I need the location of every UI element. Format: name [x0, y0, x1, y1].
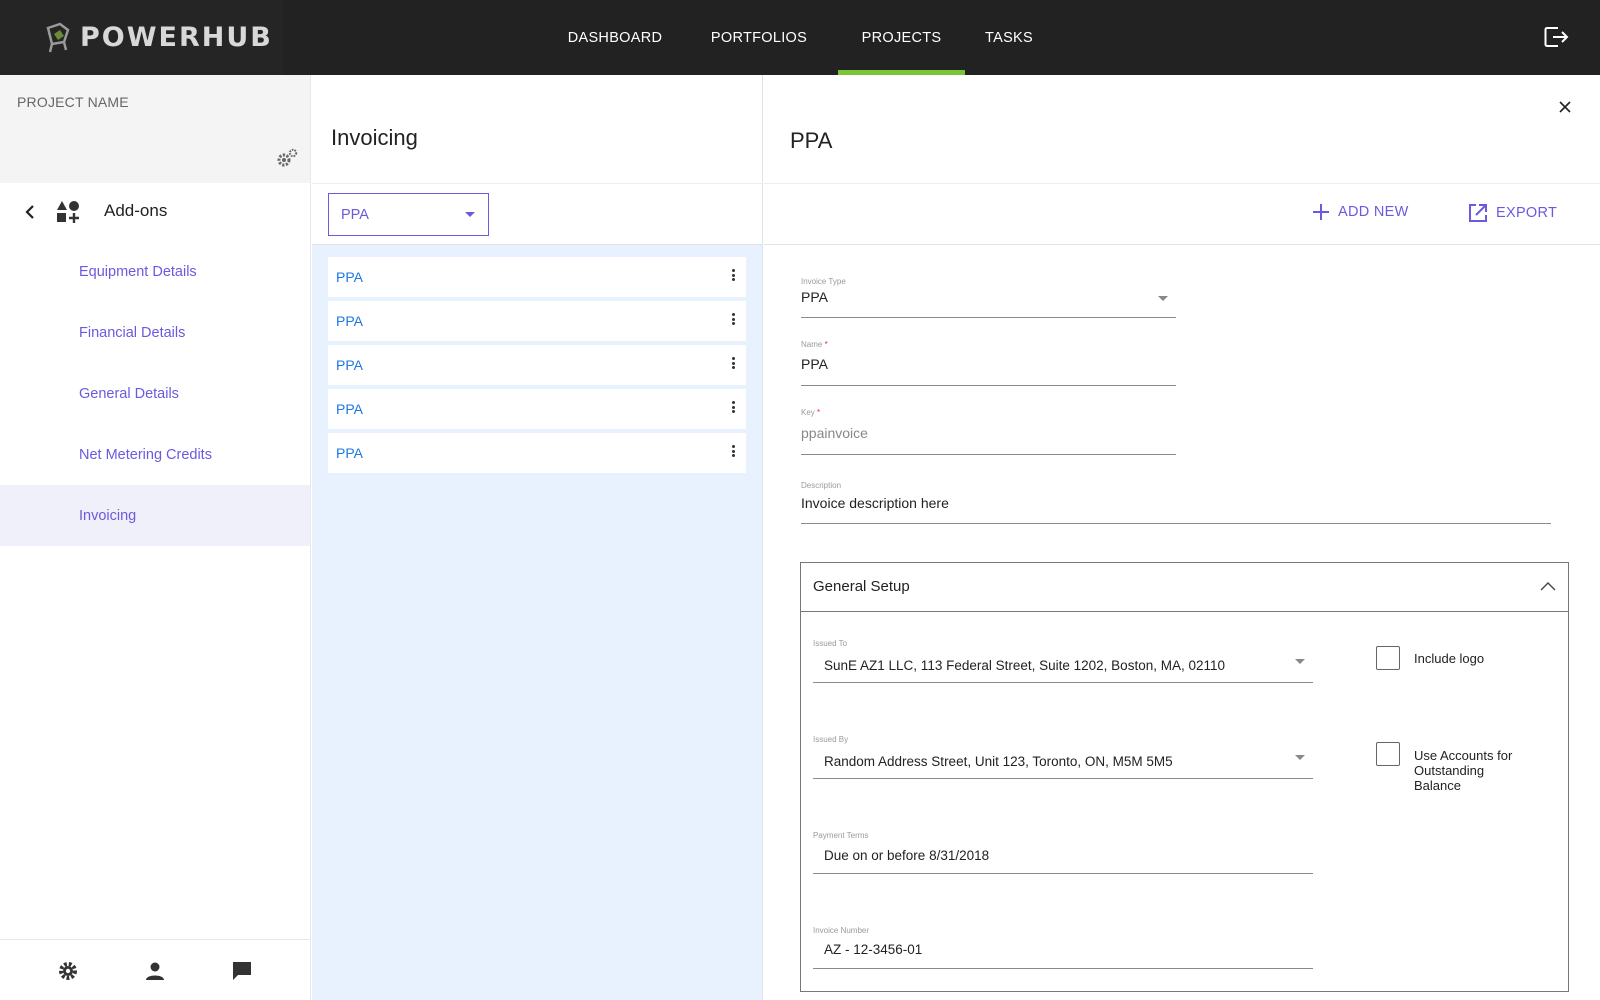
- page-title: Invoicing: [331, 125, 418, 150]
- list-header: Invoicing: [312, 75, 762, 183]
- key-value: ppainvoice: [801, 425, 868, 441]
- general-setup-header[interactable]: General Setup: [801, 563, 1568, 612]
- list-toolbar: PPA: [312, 183, 762, 245]
- nav-projects[interactable]: PROJECTS: [838, 0, 965, 75]
- export-label: EXPORT: [1496, 205, 1558, 221]
- project-header: PROJECT NAME: [0, 75, 310, 183]
- add-new-label: ADD NEW: [1338, 204, 1409, 220]
- include-logo-checkbox[interactable]: [1376, 646, 1400, 670]
- sidebar-item-net-metering-credits[interactable]: Net Metering Credits: [0, 424, 310, 485]
- detail-header: PPA: [764, 75, 1600, 183]
- nav-tasks[interactable]: TASKS: [972, 0, 1046, 75]
- chat-icon[interactable]: [231, 960, 253, 982]
- addons-icon: [57, 201, 79, 223]
- back-chevron-icon[interactable]: [20, 202, 40, 222]
- invoice-type-value: PPA: [801, 289, 828, 305]
- issued-by-value: Random Address Street, Unit 123, Toronto…: [824, 754, 1173, 769]
- detail-title: PPA: [790, 128, 833, 153]
- logout-icon[interactable]: [1544, 26, 1570, 48]
- list-item[interactable]: PPA: [328, 301, 746, 341]
- general-setup-title: General Setup: [813, 578, 910, 595]
- sidebar-item-general-details[interactable]: General Details: [0, 363, 310, 424]
- include-logo-label: Include logo: [1414, 651, 1485, 666]
- invoice-type-label: Invoice Type: [801, 277, 846, 286]
- name-value: PPA: [801, 356, 828, 372]
- description-value: Invoice description here: [801, 495, 949, 511]
- export-icon: [1469, 204, 1487, 222]
- addons-header: Add-ons: [0, 183, 310, 241]
- filter-value: PPA: [341, 206, 369, 223]
- powerhub-logo-icon: [46, 22, 70, 52]
- key-label: Key *: [801, 408, 821, 417]
- list-item-label: PPA: [336, 313, 363, 329]
- use-accounts-checkbox[interactable]: [1376, 742, 1400, 766]
- use-accounts-label: Use Accounts for Outstanding Balance: [1414, 748, 1513, 793]
- sidebar-item-invoicing[interactable]: Invoicing: [0, 485, 310, 546]
- description-label: Description: [801, 481, 842, 490]
- nav-dashboard[interactable]: DASHBOARD: [552, 0, 678, 75]
- name-label: Name *: [801, 340, 828, 349]
- general-setup-panel: General Setup Issued To SunE AZ1 LLC, 11…: [800, 562, 1569, 992]
- issued-by-select[interactable]: Issued By Random Address Street, Unit 12…: [813, 735, 1313, 779]
- list-item-label: PPA: [336, 401, 363, 417]
- dropdown-caret-icon: [1158, 296, 1168, 301]
- logo-text: POWERHUB: [80, 22, 273, 53]
- detail-toolbar: ADD NEW EXPORT: [764, 183, 1600, 245]
- more-options-icon[interactable]: [732, 401, 736, 415]
- more-options-icon[interactable]: [732, 357, 736, 371]
- issued-to-label: Issued To: [813, 639, 848, 648]
- settings-gear-icon[interactable]: [57, 960, 79, 982]
- issued-to-select[interactable]: Issued To SunE AZ1 LLC, 113 Federal Stre…: [813, 639, 1313, 683]
- invoice-type-filter[interactable]: PPA: [328, 193, 489, 236]
- name-field[interactable]: Name * PPA: [801, 340, 1176, 386]
- key-field[interactable]: Key * ppainvoice: [801, 408, 1176, 455]
- list-item[interactable]: PPA: [328, 257, 746, 297]
- payment-terms-label: Payment Terms: [813, 831, 869, 840]
- list-item-label: PPA: [336, 445, 363, 461]
- more-options-icon[interactable]: [732, 269, 736, 283]
- invoice-list-column: Invoicing PPA PPA PPA PPA PPA PPA: [312, 75, 763, 1000]
- payment-terms-field[interactable]: Payment Terms Due on or before 8/31/2018: [813, 831, 1313, 874]
- payment-terms-value: Due on or before 8/31/2018: [824, 848, 990, 863]
- user-profile-icon[interactable]: [144, 960, 166, 982]
- logo[interactable]: POWERHUB: [0, 0, 282, 75]
- list-item-label: PPA: [336, 357, 363, 373]
- invoice-number-field[interactable]: Invoice Number AZ - 12-3456-01: [813, 926, 1313, 969]
- more-options-icon[interactable]: [732, 313, 736, 327]
- sidebar-item-financial-details[interactable]: Financial Details: [0, 302, 310, 363]
- add-new-button[interactable]: ADD NEW: [1312, 203, 1409, 221]
- invoice-list: PPA PPA PPA PPA PPA: [312, 245, 762, 473]
- close-icon[interactable]: [1558, 100, 1572, 114]
- issued-by-label: Issued By: [813, 735, 849, 744]
- chevron-up-icon[interactable]: [1540, 580, 1556, 592]
- description-field[interactable]: Description Invoice description here: [801, 481, 1551, 524]
- plus-icon: [1313, 204, 1329, 220]
- dropdown-caret-icon: [1295, 755, 1305, 760]
- invoice-detail-panel: PPA ADD NEW EXPORT Invoice Type PPA Name…: [764, 75, 1600, 1000]
- list-item[interactable]: PPA: [328, 433, 746, 473]
- list-item-label: PPA: [336, 269, 363, 285]
- export-button[interactable]: EXPORT: [1468, 203, 1557, 223]
- issued-to-value: SunE AZ1 LLC, 113 Federal Street, Suite …: [824, 658, 1225, 673]
- dropdown-caret-icon: [465, 212, 475, 217]
- addons-title: Add-ons: [104, 201, 168, 220]
- list-item[interactable]: PPA: [328, 345, 746, 385]
- sidebar: PROJECT NAME Add-ons Equipment Details F…: [0, 75, 311, 1000]
- more-options-icon[interactable]: [732, 445, 736, 459]
- nav-portfolios[interactable]: PORTFOLIOS: [700, 0, 818, 75]
- invoice-number-label: Invoice Number: [813, 926, 870, 935]
- project-name: PROJECT NAME: [17, 94, 129, 110]
- list-item[interactable]: PPA: [328, 389, 746, 429]
- dropdown-caret-icon: [1295, 659, 1305, 664]
- project-settings-icon[interactable]: [276, 148, 298, 168]
- invoice-number-value: AZ - 12-3456-01: [824, 942, 923, 957]
- top-bar: POWERHUB DASHBOARD PORTFOLIOS PROJECTS T…: [0, 0, 1600, 75]
- sidebar-item-equipment-details[interactable]: Equipment Details: [0, 241, 310, 302]
- invoice-type-select[interactable]: Invoice Type PPA: [801, 277, 1176, 318]
- sidebar-footer: [0, 939, 311, 1000]
